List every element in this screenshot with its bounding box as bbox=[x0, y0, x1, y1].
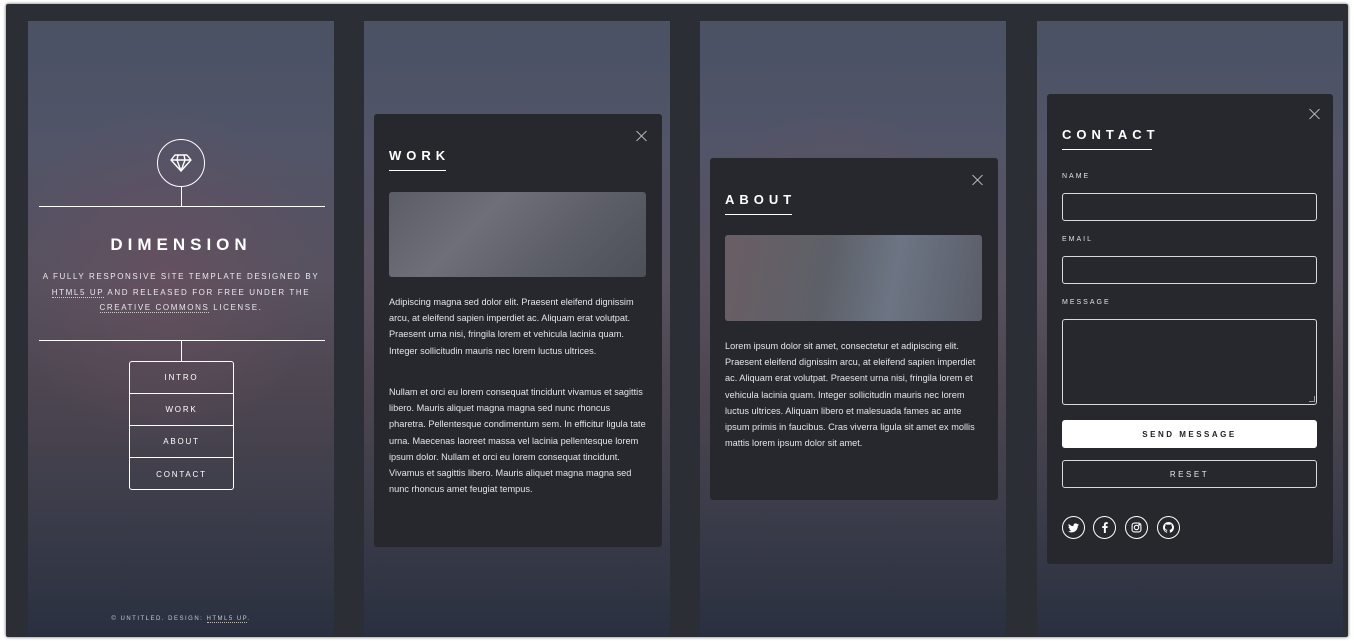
heading-underline bbox=[725, 214, 792, 215]
work-paragraph-2: Nullam et orci eu lorem consequat tincid… bbox=[389, 387, 646, 495]
close-icon[interactable] bbox=[636, 130, 648, 142]
twitter-icon bbox=[1068, 522, 1079, 532]
work-article: WORK Adipiscing magna sed dolor elit. Pr… bbox=[374, 114, 662, 547]
close-icon[interactable] bbox=[1309, 108, 1321, 120]
html5up-link[interactable]: HTML5 UP bbox=[51, 287, 104, 298]
resize-handle[interactable] bbox=[1309, 396, 1315, 402]
heading-underline bbox=[1062, 149, 1152, 150]
site-title: DIMENSION bbox=[110, 235, 252, 254]
heading-underline bbox=[389, 170, 446, 171]
instagram-link[interactable] bbox=[1125, 516, 1148, 539]
main-nav: INTRO WORK ABOUT CONTACT bbox=[129, 361, 234, 490]
footer-html5up-link[interactable]: HTML5 UP bbox=[206, 616, 248, 623]
footer: © UNTITLED. DESIGN: HTML5 UP. bbox=[111, 616, 251, 623]
reset-button[interactable]: RESET bbox=[1062, 460, 1317, 488]
facebook-icon bbox=[1101, 522, 1108, 533]
article-heading: ABOUT bbox=[725, 192, 797, 207]
facebook-link[interactable] bbox=[1093, 516, 1116, 539]
intro-panel: DIMENSION A FULLY RESPONSIVE SITE TEMPLA… bbox=[28, 21, 334, 635]
about-article: ABOUT Lorem ipsum dolor sit amet, consec… bbox=[710, 158, 998, 500]
work-panel: WORK Adipiscing magna sed dolor elit. Pr… bbox=[364, 21, 670, 635]
name-label: NAME bbox=[1062, 173, 1091, 180]
contact-panel: CONTACT NAME EMAIL MESSAGE SEND MESSAGE … bbox=[1037, 21, 1343, 635]
twitter-link[interactable] bbox=[1062, 516, 1085, 539]
divider bbox=[39, 340, 325, 341]
divider bbox=[181, 341, 182, 361]
work-image bbox=[389, 192, 646, 277]
github-icon bbox=[1163, 522, 1174, 533]
close-icon[interactable] bbox=[972, 174, 984, 186]
divider bbox=[39, 206, 325, 207]
send-message-button[interactable]: SEND MESSAGE bbox=[1062, 420, 1317, 448]
article-heading: WORK bbox=[389, 148, 451, 163]
about-image bbox=[725, 235, 982, 321]
nav-item-about[interactable]: ABOUT bbox=[130, 426, 233, 458]
message-label: MESSAGE bbox=[1062, 299, 1111, 306]
work-paragraph-1: Adipiscing magna sed dolor elit. Praesen… bbox=[389, 297, 634, 356]
nav-item-intro[interactable]: INTRO bbox=[130, 362, 233, 394]
email-field[interactable] bbox=[1062, 256, 1317, 284]
divider bbox=[181, 187, 182, 206]
screenshot-frame: DIMENSION A FULLY RESPONSIVE SITE TEMPLA… bbox=[6, 4, 1348, 637]
name-field[interactable] bbox=[1062, 193, 1317, 221]
nav-item-contact[interactable]: CONTACT bbox=[130, 458, 233, 490]
nav-item-work[interactable]: WORK bbox=[130, 394, 233, 426]
instagram-icon bbox=[1131, 522, 1142, 533]
article-heading: CONTACT bbox=[1062, 127, 1160, 142]
site-tagline: A FULLY RESPONSIVE SITE TEMPLATE DESIGNE… bbox=[42, 272, 320, 313]
about-paragraph: Lorem ipsum dolor sit amet, consectetur … bbox=[725, 341, 976, 449]
logo bbox=[157, 139, 205, 187]
message-field[interactable] bbox=[1062, 319, 1317, 405]
github-link[interactable] bbox=[1157, 516, 1180, 539]
creative-commons-link[interactable]: CREATIVE COMMONS bbox=[99, 303, 210, 313]
diamond-icon bbox=[170, 154, 192, 172]
contact-article: CONTACT NAME EMAIL MESSAGE SEND MESSAGE … bbox=[1047, 94, 1333, 564]
about-panel: ABOUT Lorem ipsum dolor sit amet, consec… bbox=[700, 21, 1006, 635]
email-label: EMAIL bbox=[1062, 236, 1094, 243]
